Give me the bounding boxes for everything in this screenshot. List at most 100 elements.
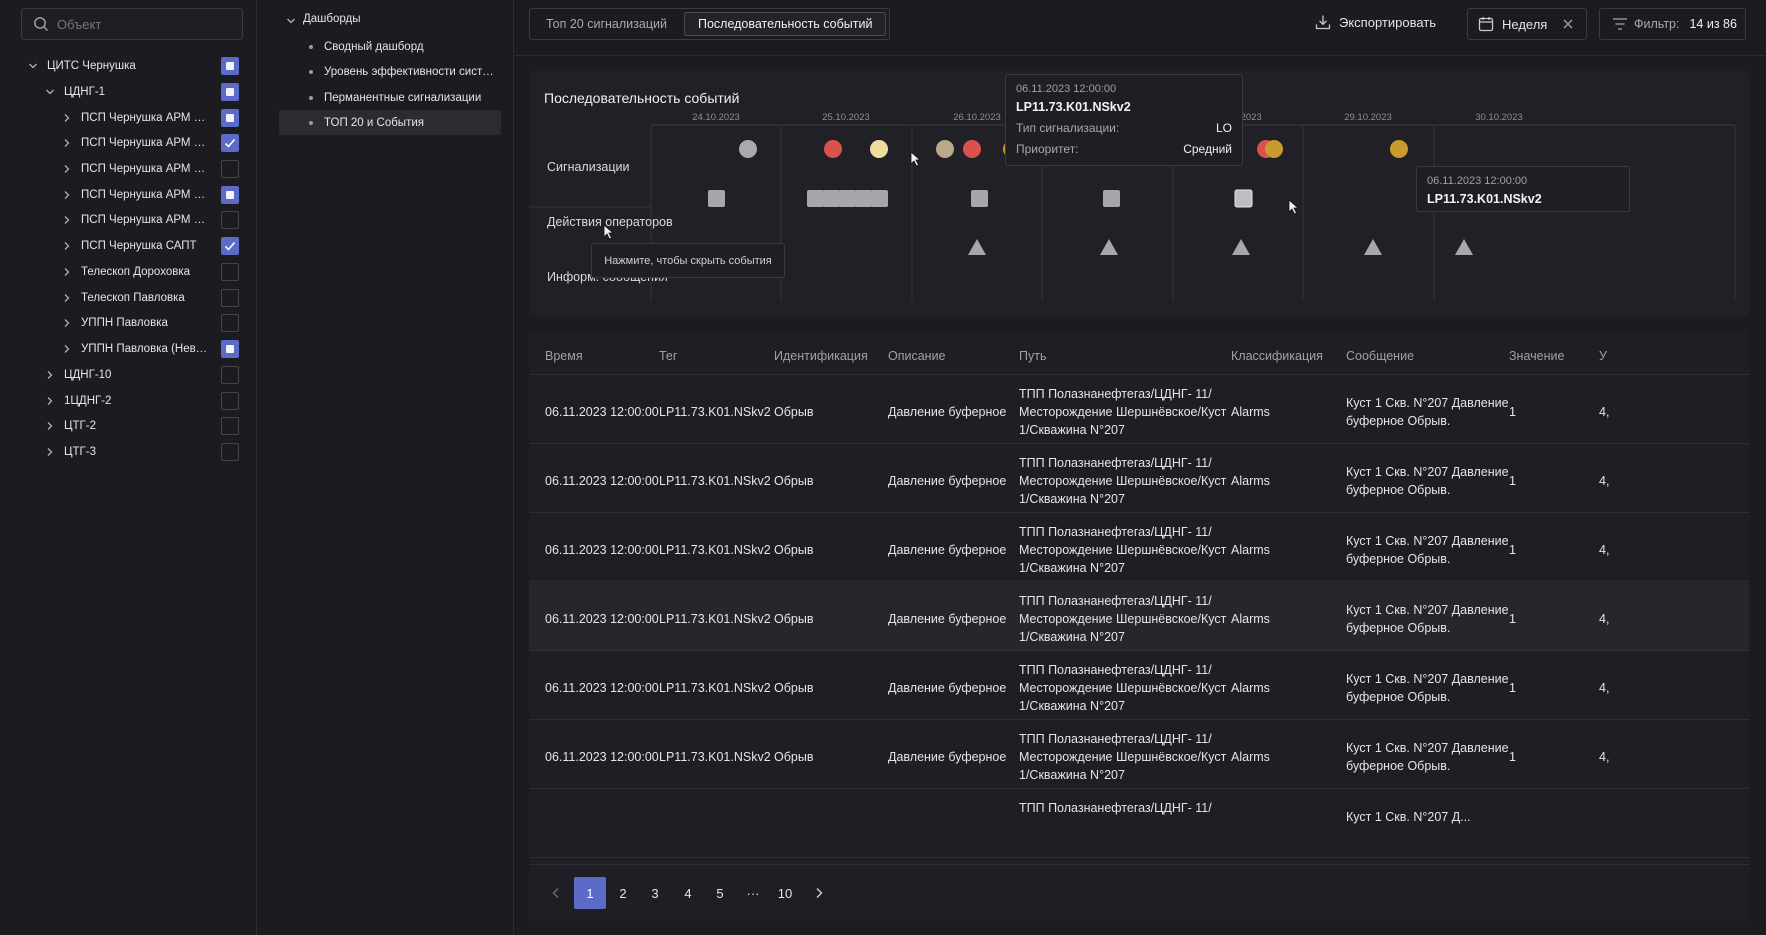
tree-item-checkbox[interactable] (221, 417, 239, 435)
chevron-right-icon[interactable] (62, 215, 72, 225)
tree-item-checkbox[interactable] (221, 83, 239, 101)
tree-item-checkbox[interactable] (221, 289, 239, 307)
chevron-down-icon[interactable] (45, 87, 55, 97)
tree-item-checkbox[interactable] (221, 392, 239, 410)
column-header[interactable]: Время (545, 349, 583, 363)
column-header[interactable]: Путь (1019, 349, 1046, 363)
tree-item-checkbox[interactable] (221, 263, 239, 281)
tree-item-checkbox[interactable] (221, 340, 239, 358)
tree-item-checkbox[interactable] (221, 237, 239, 255)
tree-item[interactable]: Телескоп Павловка (0, 285, 257, 311)
column-header[interactable]: У (1599, 349, 1607, 363)
table-row[interactable]: 06.11.2023 12:00:00 LP11.73.K01.NSkv2 Обры… (529, 445, 1749, 513)
bullet-icon (309, 121, 313, 125)
cell-identification: Обрыв (774, 612, 814, 626)
tree-item[interactable]: 1ЦДНГ-2 (0, 388, 257, 414)
chevron-right-icon[interactable] (62, 318, 72, 328)
tree-item[interactable]: ПСП Чернушка АРМ СИ... (0, 156, 257, 182)
tab-top20-alarms[interactable]: Топ 20 сигнализаций (533, 12, 680, 36)
tree-item[interactable]: ПСП Чернушка АРМ СИ... (0, 182, 257, 208)
column-header[interactable]: Значение (1509, 349, 1564, 363)
dashboard-link[interactable]: Сводный дашборд (279, 34, 501, 59)
tree-item-checkbox[interactable] (221, 57, 239, 75)
chevron-right-icon[interactable] (62, 241, 72, 251)
tree-item[interactable]: ПСП Чернушка АРМ СИ... (0, 207, 257, 233)
tree-item[interactable]: УППН Павловка (0, 310, 257, 336)
table-row[interactable]: 06.11.2023 12:00:00 LP11.73.K01.NSkv2 Обры… (529, 721, 1749, 789)
tree-item-checkbox[interactable] (221, 443, 239, 461)
cell-time: 06.11.2023 12:00:00 (545, 681, 659, 695)
chevron-right-icon[interactable] (62, 344, 72, 354)
cell-tag: LP11.73.K01.NSkv2 (659, 543, 771, 557)
chevron-right-icon[interactable] (45, 421, 55, 431)
tree-item[interactable]: ПСП Чернушка АРМ ПС... (0, 130, 257, 156)
table-row[interactable]: ТПП Полазнанефтегаз/ЦДНГ- 11/Куст 1 Скв.… (529, 790, 1749, 858)
table-row[interactable]: 06.11.2023 12:00:00 LP11.73.K01.NSkv2 Обры… (529, 583, 1749, 651)
tree-item-checkbox[interactable] (221, 160, 239, 178)
tree-item-label: ПСП Чернушка АРМ ПС... (81, 137, 213, 149)
tree-item[interactable]: ПСП Чернушка САПТ (0, 233, 257, 259)
chevron-right-icon[interactable] (45, 370, 55, 380)
cell-identification: Обрыв (774, 543, 814, 557)
tooltip-tag: LP11.73.K01.NSkv2 (1016, 100, 1131, 114)
chevron-right-icon[interactable] (62, 293, 72, 303)
dashboard-link-label: Сводный дашборд (324, 40, 424, 53)
dashboard-link[interactable]: Уровень эффективности систе... (279, 59, 501, 84)
table-row[interactable]: 06.11.2023 12:00:00 LP11.73.K01.NSkv2 Обры… (529, 376, 1749, 444)
cell-identification: Обрыв (774, 681, 814, 695)
table-row[interactable]: 06.11.2023 12:00:00 LP11.73.K01.NSkv2 Обры… (529, 514, 1749, 582)
tree-item-checkbox[interactable] (221, 366, 239, 384)
top-toolbar: Топ 20 сигнализаций Последовательность с… (514, 0, 1766, 56)
chevron-right-icon[interactable] (45, 396, 55, 406)
chevron-down-icon[interactable] (286, 16, 296, 26)
column-header[interactable]: Описание (888, 349, 946, 363)
tree-item-checkbox[interactable] (221, 314, 239, 332)
page-button[interactable]: 10 (769, 877, 801, 909)
table-row[interactable]: 06.11.2023 12:00:00 LP11.73.K01.NSkv2 Обры… (529, 652, 1749, 720)
chevron-right-icon[interactable] (62, 113, 72, 123)
chevron-right-icon[interactable] (45, 447, 55, 457)
chevron-right-icon[interactable] (62, 138, 72, 148)
tree-item[interactable]: ПСП Чернушка АРМ ПС... (0, 105, 257, 131)
column-header[interactable]: Тег (659, 349, 677, 363)
chevron-right-icon[interactable] (62, 190, 72, 200)
tree-item-checkbox[interactable] (221, 109, 239, 127)
tree-item-checkbox[interactable] (221, 186, 239, 204)
info-message-marker (1100, 239, 1118, 255)
dashboard-link[interactable]: Перманентные сигнализации (279, 85, 501, 110)
dashboard-link[interactable]: ТОП 20 и События (279, 110, 501, 135)
chevron-down-icon[interactable] (28, 61, 38, 71)
cell-classification: Alarms (1231, 405, 1270, 419)
filter-button[interactable]: Фильтр: 14 из 86 (1599, 8, 1746, 40)
period-select[interactable]: Неделя (1467, 8, 1587, 40)
column-header[interactable]: Идентификация (774, 349, 868, 363)
dashboards-heading[interactable]: Дашборды (303, 13, 361, 25)
tree-item[interactable]: ЦДНГ-1 (0, 79, 257, 105)
page-button[interactable]: 3 (639, 877, 671, 909)
chevron-right-icon[interactable] (62, 164, 72, 174)
tree-item[interactable]: ЦДНГ-10 (0, 362, 257, 388)
page-button[interactable]: 1 (574, 877, 606, 909)
export-button[interactable]: Экспортировать (1315, 14, 1436, 30)
chevron-right-icon[interactable] (62, 267, 72, 277)
page-button[interactable]: 2 (607, 877, 639, 909)
next-page-button[interactable] (803, 877, 835, 909)
object-search[interactable] (21, 8, 243, 40)
tree-item[interactable]: ЦТГ-3 (0, 439, 257, 465)
page-button[interactable]: 5 (704, 877, 736, 909)
tree-item-checkbox[interactable] (221, 211, 239, 229)
tree-item-checkbox[interactable] (221, 134, 239, 152)
tree-item[interactable]: ЦТГ-2 (0, 413, 257, 439)
tree-item[interactable]: ЦИТС Чернушка (0, 53, 257, 79)
column-header[interactable]: Сообщение (1346, 349, 1414, 363)
close-icon[interactable] (1562, 18, 1574, 30)
row-label-alarms[interactable]: Сигнализации (547, 160, 630, 174)
tree-item[interactable]: УППН Павловка (Невер... (0, 336, 257, 362)
tree-item[interactable]: Телескоп Дороховка (0, 259, 257, 285)
object-search-input[interactable] (57, 16, 237, 32)
prev-page-button[interactable] (540, 877, 572, 909)
filter-label: Фильтр: (1634, 17, 1680, 31)
tab-event-sequence[interactable]: Последовательность событий (683, 12, 887, 36)
column-header[interactable]: Классификация (1231, 349, 1323, 363)
page-button[interactable]: 4 (672, 877, 704, 909)
